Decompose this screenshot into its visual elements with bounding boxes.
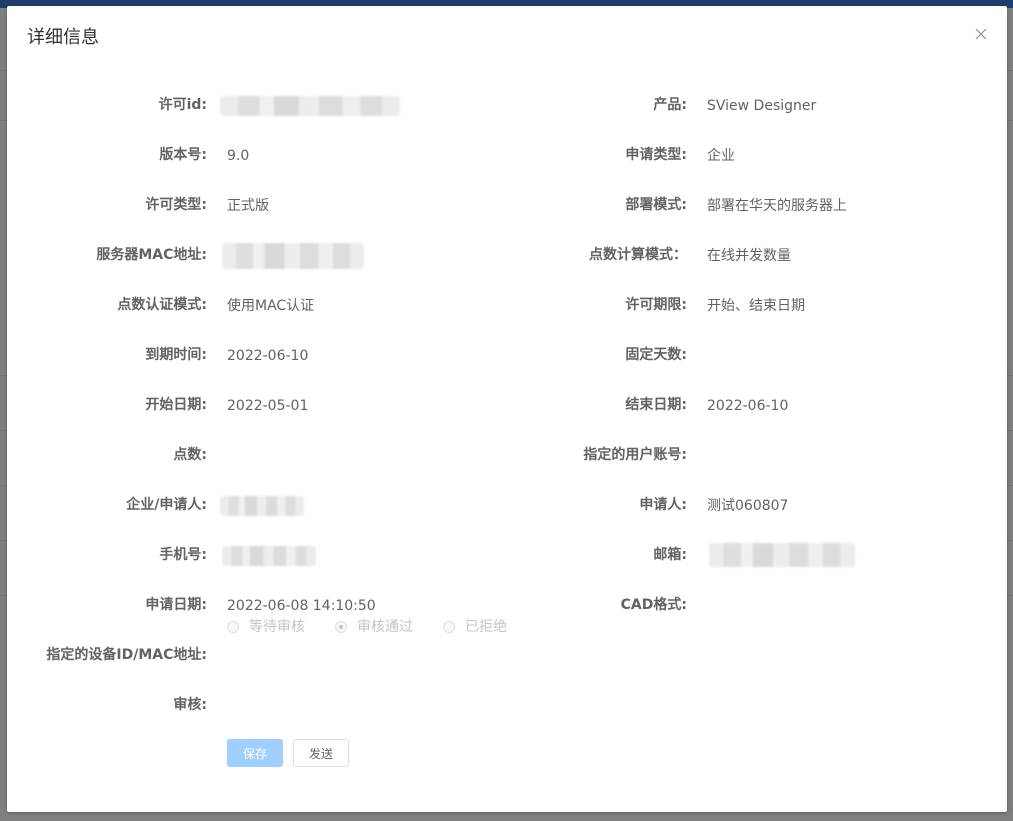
field-label: 部署模式: <box>625 197 687 213</box>
form-row: 版本号: 9.0 申请类型: 企业 <box>7 131 1007 181</box>
form-row: 服务器MAC地址: 点数计算模式： 在线并发数量 <box>7 231 1007 281</box>
field-server-mac: 服务器MAC地址: <box>7 231 487 281</box>
form-row: 审核: <box>7 681 1007 731</box>
form-row: 点数: 指定的用户账号: <box>7 431 1007 481</box>
dialog-title: 详细信息 <box>27 27 99 48</box>
field-label: 产品: <box>653 97 687 113</box>
review-option-approved[interactable]: 审核通过 <box>335 617 413 637</box>
field-value: 2022-06-10 <box>707 398 789 414</box>
form-row: 指定的设备ID/MAC地址: <box>7 631 1007 681</box>
field-label: 到期时间: <box>145 347 207 363</box>
close-icon <box>975 28 987 40</box>
field-label: 服务器MAC地址: <box>96 247 207 263</box>
field-label: 申请类型: <box>625 147 687 163</box>
radio-circle-checked[interactable] <box>335 621 347 633</box>
field-label: 审核: <box>173 697 207 713</box>
field-label: 申请人: <box>639 497 687 513</box>
field-deploy-mode: 部署模式: 部署在华天的服务器上 <box>487 181 1007 231</box>
detail-dialog: 详细信息 许可id: 产品: SView Designer 版本号: 9.0 申… <box>7 6 1007 812</box>
field-label: 许可期限: <box>625 297 687 313</box>
field-value: 部署在华天的服务器上 <box>707 198 847 214</box>
field-end-date: 结束日期: 2022-06-10 <box>487 381 1007 431</box>
send-button[interactable]: 发送 <box>293 739 349 767</box>
field-email: 邮箱: <box>487 531 1007 581</box>
field-value: 9.0 <box>227 148 250 164</box>
field-value: 使用MAC认证 <box>227 298 315 314</box>
field-label: 指定的用户账号: <box>583 447 687 463</box>
form-row: 许可类型: 正式版 部署模式: 部署在华天的服务器上 <box>7 181 1007 231</box>
field-assigned-user: 指定的用户账号: <box>487 431 1007 481</box>
field-license-id: 许可id: <box>7 81 487 131</box>
field-point-auth-mode: 点数认证模式: 使用MAC认证 <box>7 281 487 331</box>
field-value: 正式版 <box>227 198 269 214</box>
field-value: 企业 <box>707 148 735 164</box>
field-value: 在线并发数量 <box>707 248 791 264</box>
field-license-term: 许可期限: 开始、结束日期 <box>487 281 1007 331</box>
field-expire-time: 到期时间: 2022-06-10 <box>7 331 487 381</box>
review-option-rejected[interactable]: 已拒绝 <box>443 617 507 637</box>
review-option-pending[interactable]: 等待审核 <box>227 617 305 637</box>
redacted-email <box>709 543 855 567</box>
form-row: 开始日期: 2022-05-01 结束日期: 2022-06-10 <box>7 381 1007 431</box>
close-button[interactable] <box>973 26 989 42</box>
field-start-date: 开始日期: 2022-05-01 <box>7 381 487 431</box>
field-product: 产品: SView Designer <box>487 81 1007 131</box>
radio-circle[interactable] <box>443 621 455 633</box>
field-label: 企业/申请人: <box>126 497 207 513</box>
field-label: 结束日期: <box>625 397 687 413</box>
field-label: 许可类型: <box>145 197 207 213</box>
field-label: 点数: <box>173 447 207 463</box>
redacted-company <box>220 496 304 516</box>
field-label: 点数认证模式: <box>117 297 207 313</box>
save-button[interactable]: 保存 <box>227 739 283 767</box>
form-row: 许可id: 产品: SView Designer <box>7 81 1007 131</box>
redacted-license-id <box>220 96 400 116</box>
field-device-id: 指定的设备ID/MAC地址: <box>7 631 487 681</box>
field-label: 版本号: <box>159 147 207 163</box>
field-value: SView Designer <box>707 98 817 114</box>
field-apply-type: 申请类型: 企业 <box>487 131 1007 181</box>
field-value: 开始、结束日期 <box>707 298 805 314</box>
field-label: CAD格式: <box>620 597 687 613</box>
radio-circle[interactable] <box>227 621 239 633</box>
field-label: 点数计算模式： <box>589 247 687 263</box>
review-radio-group: 等待审核 审核通过 已拒绝 <box>227 617 537 637</box>
field-label: 手机号: <box>159 547 207 563</box>
field-version: 版本号: 9.0 <box>7 131 487 181</box>
field-label: 申请日期: <box>145 597 207 613</box>
field-label: 固定天数: <box>625 347 687 363</box>
field-points: 点数: <box>7 431 487 481</box>
radio-label: 等待审核 <box>249 619 305 635</box>
field-label: 邮箱: <box>653 547 687 563</box>
form-row: 到期时间: 2022-06-10 固定天数: <box>7 331 1007 381</box>
redacted-server-mac <box>222 243 364 269</box>
field-value: 2022-06-08 14:10:50 <box>227 598 376 614</box>
radio-label: 审核通过 <box>357 619 413 635</box>
field-value: 2022-05-01 <box>227 398 309 414</box>
field-company-applicant: 企业/申请人: <box>7 481 487 531</box>
field-value: 2022-06-10 <box>227 348 309 364</box>
field-label: 开始日期: <box>145 397 207 413</box>
form-row: 企业/申请人: 申请人: 测试060807 <box>7 481 1007 531</box>
field-applicant: 申请人: 测试060807 <box>487 481 1007 531</box>
form-row: 手机号: 邮箱: <box>7 531 1007 581</box>
form-row: 点数认证模式: 使用MAC认证 许可期限: 开始、结束日期 <box>7 281 1007 331</box>
field-label: 指定的设备ID/MAC地址: <box>46 647 207 663</box>
field-license-type: 许可类型: 正式版 <box>7 181 487 231</box>
field-value: 测试060807 <box>707 498 789 514</box>
field-fixed-days: 固定天数: <box>487 331 1007 381</box>
field-label: 许可id: <box>158 97 207 113</box>
redacted-phone <box>222 546 316 566</box>
field-review: 审核: <box>7 681 487 731</box>
radio-label: 已拒绝 <box>465 619 507 635</box>
field-point-calc-mode: 点数计算模式： 在线并发数量 <box>487 231 1007 281</box>
field-cad-format: CAD格式: <box>487 581 1007 631</box>
field-phone: 手机号: <box>7 531 487 581</box>
